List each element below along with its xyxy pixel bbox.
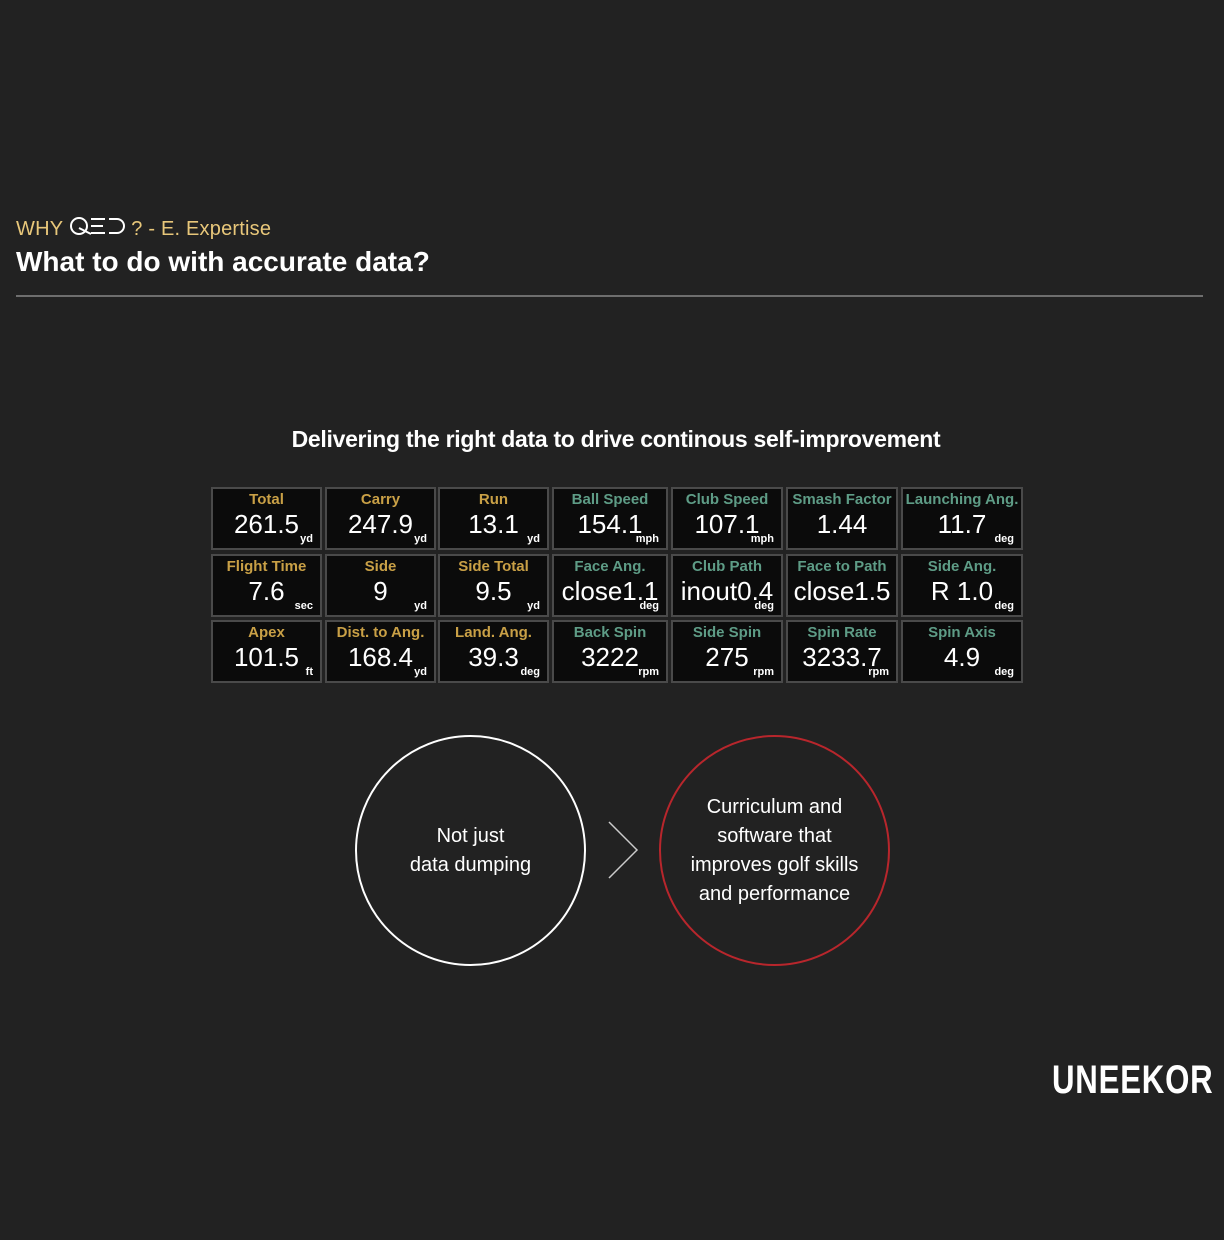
metric-label: Face Ang. bbox=[574, 558, 646, 575]
metric-label: Side Ang. bbox=[927, 558, 997, 575]
subtitle-suffix: ? - E. Expertise bbox=[131, 217, 272, 240]
metric-cell: Side Total 9.5 yd bbox=[438, 554, 549, 617]
metric-unit: deg bbox=[754, 600, 774, 612]
metric-label: Spin Rate bbox=[807, 624, 877, 641]
metric-cell: Side Spin 275 rpm bbox=[671, 620, 783, 683]
metric-label: Apex bbox=[248, 624, 285, 641]
metric-unit: yd bbox=[300, 533, 313, 545]
header-divider bbox=[16, 295, 1203, 297]
metric-label: Back Spin bbox=[573, 624, 647, 641]
metric-label: Dist. to Ang. bbox=[336, 624, 425, 641]
metric-unit: rpm bbox=[868, 666, 889, 678]
metric-label: Run bbox=[478, 491, 509, 508]
metric-cell: Side 9 yd bbox=[325, 554, 436, 617]
metric-value: 1.44 bbox=[816, 509, 868, 539]
section-subtitle: WHY ? - E. Expertise bbox=[16, 216, 271, 242]
metric-cell: Dist. to Ang. 168.4 yd bbox=[325, 620, 436, 683]
chevron-right-icon bbox=[605, 820, 641, 884]
brand-logo: UNEEKOR bbox=[1052, 1058, 1214, 1102]
metric-unit: sec bbox=[294, 600, 313, 612]
metric-cell: Ball Speed 154.1 mph bbox=[552, 487, 668, 550]
metric-label: Total bbox=[249, 491, 284, 508]
metric-unit: deg bbox=[639, 600, 659, 612]
metric-unit: rpm bbox=[638, 666, 659, 678]
metric-label: Side bbox=[364, 558, 397, 575]
metric-label: Smash Factor bbox=[792, 491, 892, 508]
metric-cell: Spin Axis 4.9 deg bbox=[901, 620, 1023, 683]
right-circle-line: software that bbox=[717, 824, 832, 847]
metric-label: Flight Time bbox=[226, 558, 307, 575]
metric-cell: Run 13.1 yd bbox=[438, 487, 549, 550]
metric-unit: deg bbox=[994, 666, 1014, 678]
subtitle-prefix: WHY bbox=[16, 217, 64, 240]
metric-cell: Face to Path close1.5 bbox=[786, 554, 898, 617]
metric-cell: Spin Rate 3233.7 rpm bbox=[786, 620, 898, 683]
metric-unit: deg bbox=[994, 600, 1014, 612]
metric-unit: deg bbox=[994, 533, 1014, 545]
metric-cell: Launching Ang. 11.7 deg bbox=[901, 487, 1023, 550]
metric-cell: Flight Time 7.6 sec bbox=[211, 554, 322, 617]
metric-cell: Carry 247.9 yd bbox=[325, 487, 436, 550]
metric-unit: ft bbox=[305, 666, 313, 678]
metric-cell: Apex 101.5 ft bbox=[211, 620, 322, 683]
metric-label: Club Path bbox=[692, 558, 762, 575]
left-circle: Not just data dumping bbox=[355, 735, 586, 966]
metric-unit: yd bbox=[414, 666, 427, 678]
metric-cell: Club Path inout0.4 deg bbox=[671, 554, 783, 617]
metric-unit: rpm bbox=[753, 666, 774, 678]
right-circle-line: Curriculum and bbox=[706, 795, 843, 818]
page-title: What to do with accurate data? bbox=[16, 246, 430, 277]
metric-unit: yd bbox=[527, 533, 540, 545]
metric-label: Launching Ang. bbox=[905, 491, 1019, 508]
metric-unit: yd bbox=[414, 533, 427, 545]
metric-label: Face to Path bbox=[797, 558, 887, 575]
metric-cell: Smash Factor 1.44 bbox=[786, 487, 898, 550]
metric-cell: Side Ang. R 1.0 deg bbox=[901, 554, 1023, 617]
metric-unit: mph bbox=[750, 533, 774, 545]
metric-cell: Total 261.5 yd bbox=[211, 487, 322, 550]
metric-value: 101.5 bbox=[233, 642, 300, 672]
right-circle-line: improves golf skills bbox=[690, 853, 859, 876]
metric-cell: Face Ang. close1.1 deg bbox=[552, 554, 668, 617]
metric-cell: Back Spin 3222 rpm bbox=[552, 620, 668, 683]
metric-label: Side Spin bbox=[692, 624, 762, 641]
left-circle-line: data dumping bbox=[409, 853, 532, 876]
metric-label: Spin Axis bbox=[928, 624, 996, 641]
metric-value: close1.5 bbox=[793, 576, 891, 606]
left-circle-line: Not just bbox=[436, 824, 505, 847]
metric-unit: deg bbox=[520, 666, 540, 678]
metric-cell: Land. Ang. 39.3 deg bbox=[438, 620, 549, 683]
metric-unit: yd bbox=[414, 600, 427, 612]
metric-label: Side Total bbox=[458, 558, 529, 575]
right-circle-line: and performance bbox=[698, 882, 851, 905]
tagline: Delivering the right data to drive conti… bbox=[291, 426, 941, 452]
right-circle: Curriculum and software that improves go… bbox=[659, 735, 890, 966]
qed-logo-icon bbox=[69, 216, 127, 242]
metric-unit: mph bbox=[635, 533, 659, 545]
metric-unit: yd bbox=[527, 600, 540, 612]
metric-label: Ball Speed bbox=[571, 491, 649, 508]
metric-label: Land. Ang. bbox=[455, 624, 532, 641]
metric-label: Carry bbox=[360, 491, 401, 508]
metric-cell: Club Speed 107.1 mph bbox=[671, 487, 783, 550]
metric-label: Club Speed bbox=[685, 491, 769, 508]
